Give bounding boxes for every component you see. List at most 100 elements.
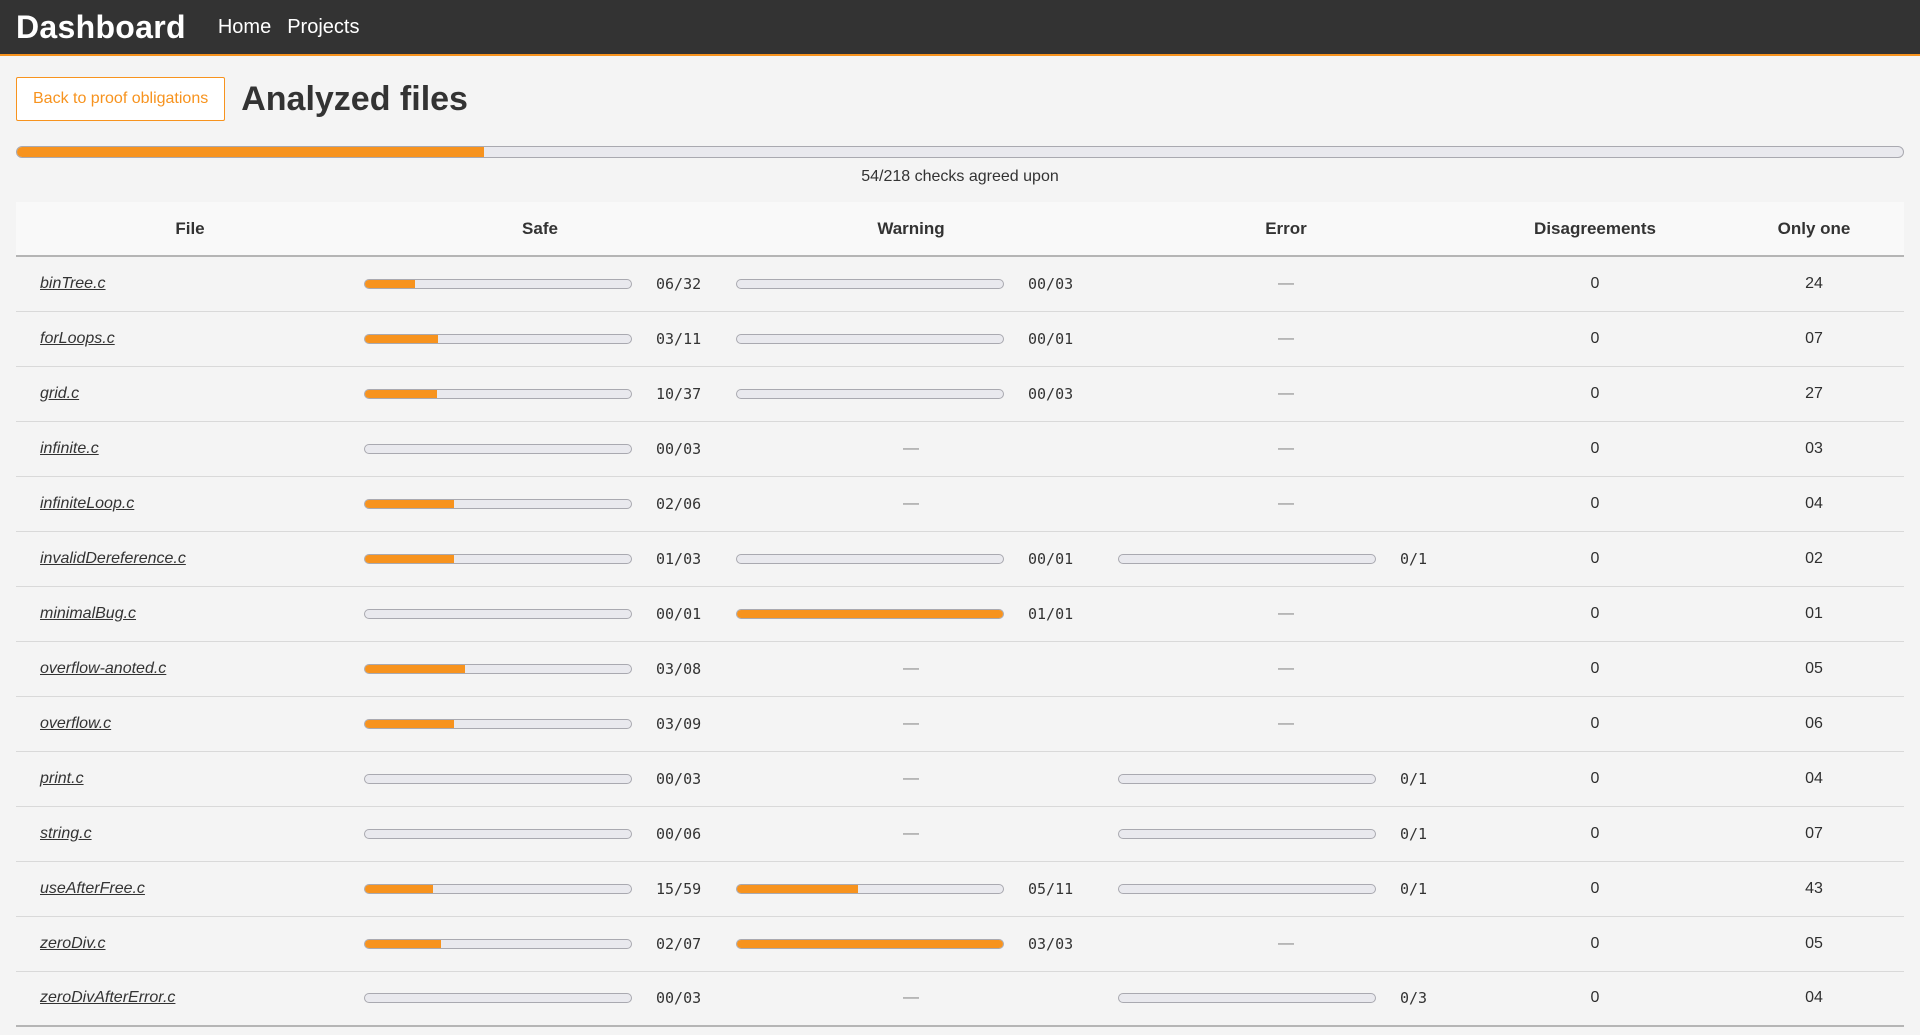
file-link[interactable]: overflow-anoted.c [40,660,166,677]
error-cell: 0/3 [1106,971,1466,1026]
file-link[interactable]: invalidDereference.c [40,550,186,567]
file-link[interactable]: string.c [40,825,92,842]
error-cell: 0/1 [1106,806,1466,861]
file-link[interactable]: grid.c [40,385,79,402]
file-cell: binTree.c [16,256,364,311]
only-one-cell: 01 [1805,604,1823,622]
only-one-cell: 07 [1805,824,1823,842]
column-header-error[interactable]: Error [1106,202,1466,257]
file-cell: useAfterFree.c [16,861,364,916]
safe-cell: 03/09 [364,696,716,751]
column-header-only-one[interactable]: Only one [1724,202,1904,257]
file-link[interactable]: infiniteLoop.c [40,495,134,512]
only-one-cell: 43 [1805,879,1823,897]
safe-count: 03/09 [656,714,702,733]
error-count: 0/1 [1400,769,1428,788]
disagreements-cell: 0 [1590,989,1600,1007]
error-cell: — [1106,311,1466,366]
warning-progress-track [736,278,1004,289]
only-one-cell: 05 [1805,934,1823,952]
safe-progress: 00/03 [364,770,716,788]
safe-progress-track [364,333,632,344]
warning-count: 03/03 [1028,934,1074,953]
table-row: infiniteLoop.c 02/06 — — 0 04 [16,476,1904,531]
file-link[interactable]: zeroDiv.c [40,935,106,952]
only-one-cell: 04 [1805,769,1823,787]
brand-title[interactable]: Dashboard [16,9,186,46]
file-link[interactable]: overflow.c [40,715,111,732]
column-header-warning[interactable]: Warning [716,202,1106,257]
error-progress-track [1118,993,1376,1004]
safe-cell: 00/01 [364,586,716,641]
error-progress-track [1118,828,1376,839]
warning-cell: — [716,696,1106,751]
error-count: 0/1 [1400,879,1428,898]
empty-dash: — [903,769,919,787]
table-row: zeroDivAfterError.c 00/03 — 0/3 0 04 [16,971,1904,1026]
overall-progress-label: 54/218 checks agreed upon [861,168,1059,185]
empty-dash: — [903,714,919,732]
file-cell: zeroDiv.c [16,916,364,971]
error-cell: — [1106,366,1466,421]
file-cell: string.c [16,806,364,861]
safe-count: 00/03 [656,989,702,1008]
file-link[interactable]: print.c [40,770,84,787]
only-one-cell: 05 [1805,659,1823,677]
warning-progress-track [736,883,1004,894]
safe-count: 00/01 [656,604,702,623]
back-to-proof-obligations-button[interactable]: Back to proof obligations [16,77,226,121]
disagreements-cell: 0 [1590,439,1600,457]
safe-progress-fill [365,499,454,508]
warning-progress: 00/03 [716,275,1106,293]
safe-cell: 00/06 [364,806,716,861]
safe-count: 01/03 [656,549,702,568]
file-link[interactable]: zeroDivAfterError.c [40,989,175,1006]
column-header-file[interactable]: File [16,202,364,257]
safe-cell: 01/03 [364,531,716,586]
safe-cell: 02/07 [364,916,716,971]
disagreements-cell: 0 [1590,879,1600,897]
warning-cell: — [716,971,1106,1026]
warning-cell: — [716,806,1106,861]
empty-dash: — [1278,439,1294,457]
table-row: zeroDiv.c 02/07 03/03 — 0 05 [16,916,1904,971]
nav-link-home[interactable]: Home [218,16,271,39]
error-cell: 0/1 [1106,861,1466,916]
safe-progress: 03/09 [364,715,716,733]
column-header-safe[interactable]: Safe [364,202,716,257]
table-row: string.c 00/06 — 0/1 0 07 [16,806,1904,861]
warning-progress: 01/01 [716,605,1106,623]
disagreements-cell: 0 [1590,329,1600,347]
warning-count: 00/03 [1028,384,1074,403]
safe-progress-track [364,883,632,894]
error-cell: — [1106,256,1466,311]
error-cell: 0/1 [1106,751,1466,806]
nav-link-projects[interactable]: Projects [287,16,359,39]
warning-count: 05/11 [1028,879,1074,898]
warning-cell: — [716,641,1106,696]
warning-progress: 03/03 [716,935,1106,953]
safe-progress: 03/08 [364,660,716,678]
empty-dash: — [1278,494,1294,512]
safe-progress-fill [365,389,437,398]
file-link[interactable]: useAfterFree.c [40,880,145,897]
warning-progress-fill [737,884,858,893]
top-navbar: Dashboard Home Projects [0,0,1920,56]
safe-cell: 15/59 [364,861,716,916]
warning-progress: 00/01 [716,550,1106,568]
file-link[interactable]: binTree.c [40,275,106,292]
table-row: overflow.c 03/09 — — 0 06 [16,696,1904,751]
column-header-disagreements[interactable]: Disagreements [1466,202,1724,257]
safe-count: 02/07 [656,934,702,953]
error-cell: 0/1 [1106,531,1466,586]
file-link[interactable]: forLoops.c [40,330,115,347]
file-link[interactable]: minimalBug.c [40,605,136,622]
error-cell: — [1106,696,1466,751]
table-row: useAfterFree.c 15/59 05/11 0/1 0 43 [16,861,1904,916]
page-header: Back to proof obligations Analyzed files [16,56,1904,136]
safe-progress: 00/01 [364,605,716,623]
empty-dash: — [903,439,919,457]
safe-progress-fill [365,334,438,343]
warning-cell: — [716,751,1106,806]
file-link[interactable]: infinite.c [40,440,99,457]
